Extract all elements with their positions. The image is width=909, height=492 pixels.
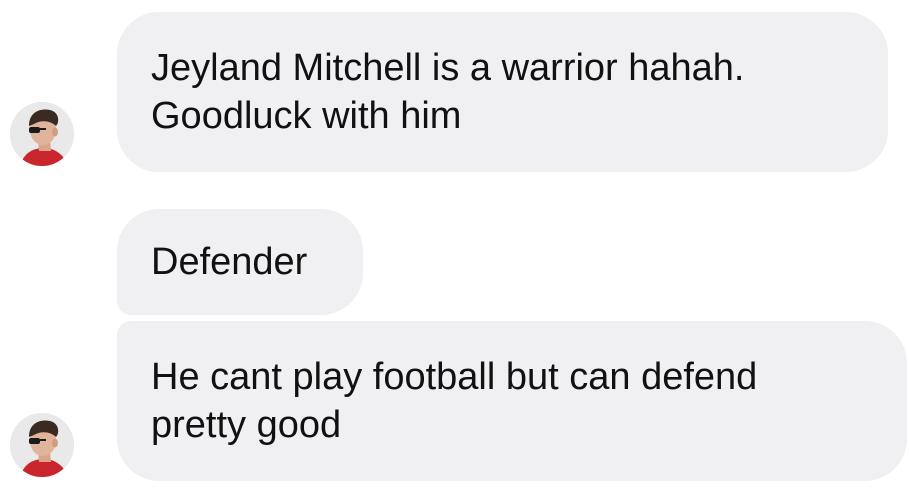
message-bubble[interactable]: He cant play football but can defend pre… [117,321,907,481]
message-text-line: pretty good [151,404,342,446]
message-bubble[interactable]: Jeyland Mitchell is a warrior hahah. Goo… [117,12,888,172]
sender-avatar[interactable] [10,413,74,477]
avatar-icon [10,102,74,166]
message-bubble[interactable]: Defender [117,209,363,315]
message-text-line: He cant play football but can defend [151,356,758,398]
message-text-line: Defender [151,241,308,283]
sender-avatar[interactable] [10,102,74,166]
message-text-line: Goodluck with him [151,95,462,137]
message-text-line: Jeyland Mitchell is a warrior hahah. [151,47,745,89]
avatar-icon [10,413,74,477]
